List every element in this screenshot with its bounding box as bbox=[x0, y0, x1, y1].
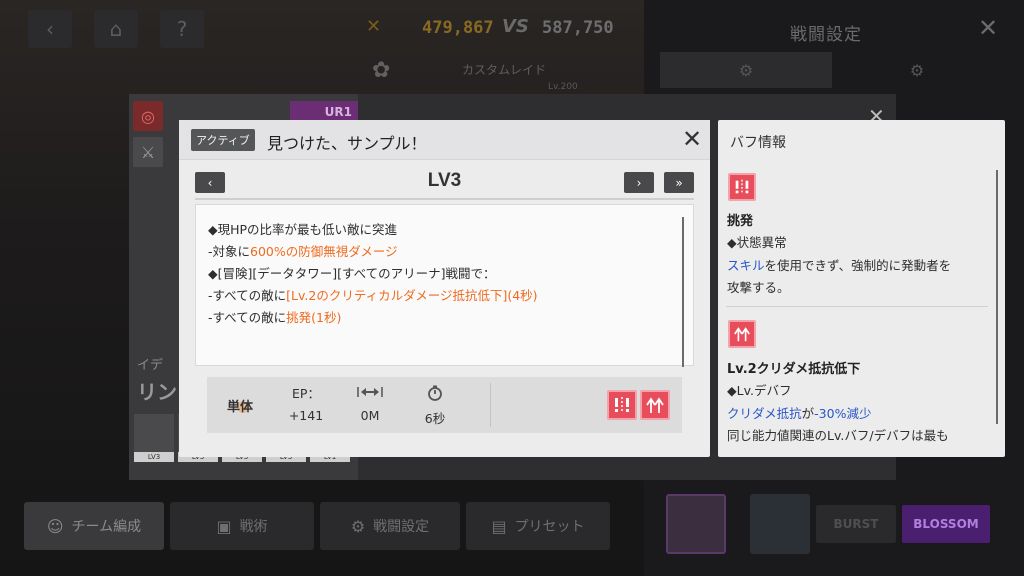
range-icon bbox=[345, 385, 395, 403]
character-name-large: リン bbox=[137, 380, 177, 404]
tab-battle[interactable]: ⚙ bbox=[660, 52, 832, 88]
battle-settings-button[interactable]: ⚙ 戦闘設定 bbox=[320, 502, 460, 550]
buff-type: ◆状態異常 bbox=[727, 235, 787, 250]
character-thumbnail[interactable] bbox=[750, 494, 810, 554]
ep-stat: EP： +141 bbox=[288, 386, 324, 423]
burst-button[interactable]: BURST bbox=[816, 505, 896, 543]
battle-settings-title: 戦闘設定 bbox=[790, 25, 862, 45]
buff-type: ◆Lv.デバフ bbox=[727, 383, 792, 398]
buff-info-panel: バフ情報 挑発 ◆状態異常 スキルを使用できず、強制的に発動者を 攻撃する。 L… bbox=[718, 120, 1005, 457]
target-type: 単体 bbox=[227, 400, 254, 415]
provoke-buff-icon[interactable] bbox=[607, 390, 637, 420]
custom-raid-sub: Lv.200 bbox=[548, 82, 578, 92]
popup-header: アクティブ 見つけた、サンプル！ ✕ bbox=[179, 120, 710, 160]
level-label: LV3 bbox=[427, 170, 462, 191]
top-bar: ‹ ⌂ ? ✕ 479,867 VS 587,750 ✿ カスタムレイド Lv.… bbox=[0, 0, 644, 92]
team-edit-button[interactable]: ☺ チーム編成 bbox=[24, 502, 164, 550]
skill-stats: 単体 EP： +141 0M 6秒 bbox=[207, 377, 682, 433]
skill-popup: アクティブ 見つけた、サンプル！ ✕ LV3 ‹ › » ◆現HPの比率が最も低… bbox=[179, 120, 710, 457]
stopwatch-icon bbox=[410, 385, 460, 403]
help-button[interactable]: ? bbox=[160, 10, 204, 48]
swords-icon: ✕ bbox=[366, 16, 382, 37]
skill-title: 見つけた、サンプル！ bbox=[267, 134, 427, 153]
custom-raid-label: カスタムレイド bbox=[462, 63, 547, 77]
buff-desc: 同じ能力値関連のLv.バフ/デバフは最も bbox=[727, 428, 949, 443]
settings-icon: ⚙ bbox=[909, 60, 925, 80]
range-stat: 0M bbox=[345, 385, 395, 423]
gear-icon: ⚙ bbox=[350, 516, 366, 536]
level-next-button[interactable]: › bbox=[624, 172, 654, 193]
close-icon[interactable]: ✕ bbox=[679, 125, 705, 153]
description-scrollbar[interactable] bbox=[682, 217, 684, 367]
buff-name: Lv.2クリダメ抵抗低下 bbox=[727, 362, 861, 377]
buff-desc: スキルを使用できず、強制的に発動者を bbox=[727, 258, 952, 273]
sword-icon: ⚔ bbox=[133, 137, 163, 167]
buff-scrollbar[interactable] bbox=[996, 170, 998, 424]
buff-desc: クリダメ抵抗が-30%減少 bbox=[727, 406, 872, 421]
level-prev-button[interactable]: ‹ bbox=[195, 172, 225, 193]
provoke-icon bbox=[728, 173, 756, 201]
battle-settings-close-icon[interactable]: ✕ bbox=[978, 14, 998, 42]
buff-name: 挑発 bbox=[727, 214, 754, 229]
gear-icon: ⚙ bbox=[738, 60, 754, 80]
score-right: 587,750 bbox=[542, 18, 614, 38]
preset-icon: ▤ bbox=[491, 516, 507, 536]
back-button[interactable]: ‹ bbox=[28, 10, 72, 48]
cooldown-stat: 6秒 bbox=[410, 385, 460, 427]
level-divider bbox=[195, 198, 694, 200]
crit-resist-down-icon bbox=[728, 320, 756, 348]
home-button[interactable]: ⌂ bbox=[94, 10, 138, 48]
character-name-small: イデ bbox=[137, 358, 164, 373]
tactics-button[interactable]: ▣ 戦術 bbox=[170, 502, 314, 550]
tab-settings[interactable]: ⚙ bbox=[840, 52, 994, 88]
buff-panel-title: バフ情報 bbox=[730, 135, 786, 151]
tactics-icon: ▣ bbox=[216, 516, 232, 536]
stats-divider bbox=[490, 383, 491, 427]
score-left: 479,867 bbox=[422, 18, 494, 38]
active-skill-tag: アクティブ bbox=[191, 129, 255, 151]
desc-line-2: -対象に600%の防御無視ダメージ bbox=[208, 244, 398, 259]
skill-slot[interactable]: LV3 bbox=[134, 414, 174, 462]
flower-icon: ✿ bbox=[372, 58, 391, 83]
desc-line-1: ◆現HPの比率が最も低い敵に突進 bbox=[208, 222, 398, 237]
vs-label: VS bbox=[502, 16, 529, 37]
preset-button[interactable]: ▤ プリセット bbox=[466, 502, 610, 550]
buff-desc: 攻撃する。 bbox=[727, 280, 790, 295]
crit-resist-down-icon[interactable] bbox=[640, 390, 670, 420]
skill-description: ◆現HPの比率が最も低い敵に突進 -対象に600%の防御無視ダメージ ◆[冒険]… bbox=[195, 204, 694, 367]
level-max-button[interactable]: » bbox=[664, 172, 694, 193]
team-icon: ☺ bbox=[46, 516, 64, 536]
target-icon: ◎ bbox=[133, 101, 163, 131]
buff-divider bbox=[726, 306, 988, 307]
blossom-button[interactable]: BLOSSOM bbox=[902, 505, 990, 543]
level-row: LV3 ‹ › » bbox=[195, 170, 694, 196]
desc-line-4: -すべての敵に[Lv.2のクリティカルダメージ抵抗低下](4秒) bbox=[208, 288, 538, 303]
desc-line-5: -すべての敵に挑発(1秒) bbox=[208, 310, 342, 325]
character-thumbnail[interactable] bbox=[666, 494, 726, 554]
desc-line-3: ◆[冒険][データタワー][すべてのアリーナ]戦闘で： bbox=[208, 266, 496, 281]
